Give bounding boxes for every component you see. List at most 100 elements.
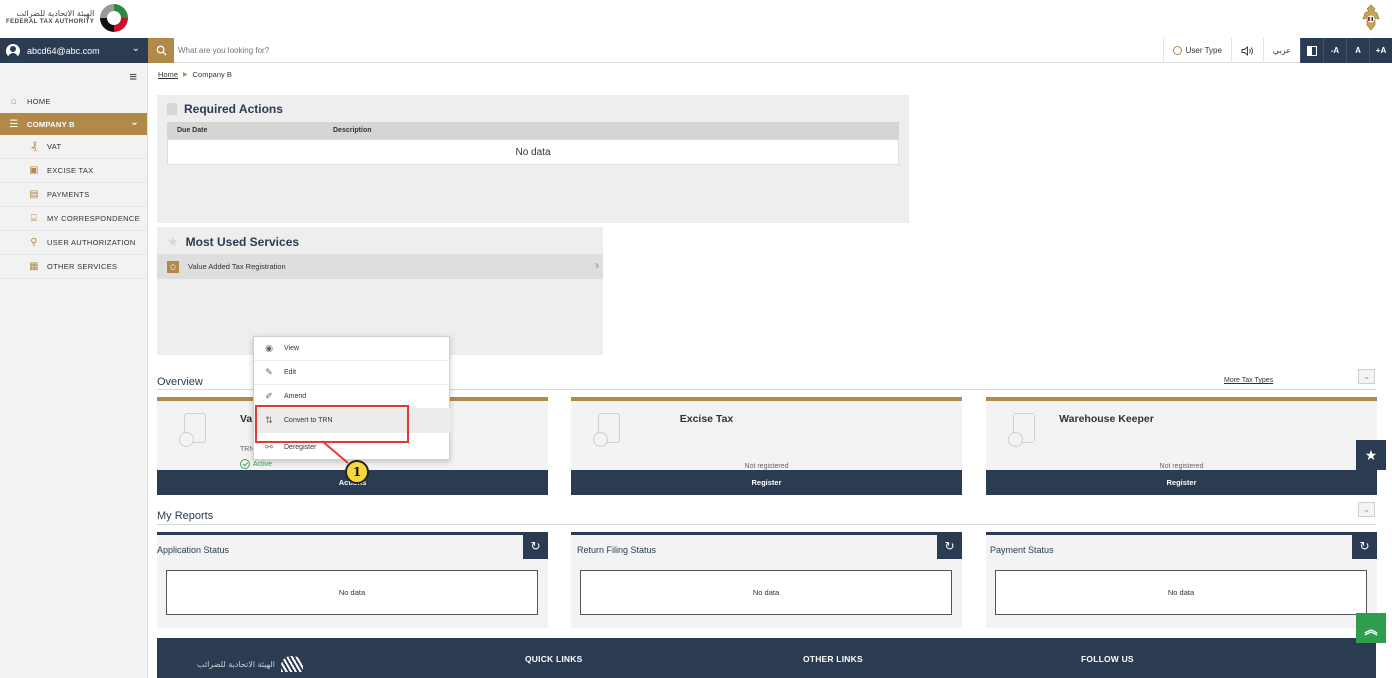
column-header: Due Date: [177, 127, 208, 134]
user-type-selector[interactable]: User Type: [1162, 38, 1231, 63]
reports-collapse-button[interactable]: ⌄: [1358, 502, 1375, 517]
language-toggle[interactable]: عربي: [1262, 38, 1300, 63]
footer-other-links-heading: OTHER LINKS: [803, 654, 863, 664]
sidebar-item-label: OTHER SERVICES: [47, 262, 118, 271]
sidebar-item-company[interactable]: ☰ COMPANY B ⌄: [0, 113, 147, 135]
speaker-icon: [1241, 45, 1253, 56]
contrast-toggle-button[interactable]: [1300, 38, 1323, 63]
service-label: Value Added Tax Registration: [188, 262, 286, 271]
breadcrumb-current: Company B: [192, 70, 232, 79]
panel-title: Required Actions: [184, 102, 283, 116]
breadcrumb-arrow-icon: ▶: [183, 72, 188, 78]
footer-logo[interactable]: الهيئة الاتحادية للضرائب: [197, 656, 303, 672]
footer: الهيئة الاتحادية للضرائب QUICK LINKS OTH…: [157, 638, 1376, 678]
amend-icon: ✐: [265, 391, 273, 401]
footer-follow-us-heading: FOLLOW US: [1081, 654, 1134, 664]
star-icon: ★: [1364, 446, 1378, 463]
report-title: Application Status: [157, 545, 230, 555]
empty-state: No data: [580, 570, 952, 615]
highlight-box: [255, 405, 409, 443]
chevron-down-icon: ⌄: [1362, 371, 1371, 381]
favorites-button[interactable]: ★: [1356, 440, 1386, 470]
font-decrease-button[interactable]: -A: [1323, 38, 1346, 63]
check-circle-icon: [240, 459, 250, 469]
chevron-down-icon: ⌄: [1362, 504, 1371, 514]
context-menu-item-view[interactable]: ◉ View: [254, 337, 451, 361]
sidebar-item-excise-tax[interactable]: ▣ EXCISE TAX: [0, 159, 147, 183]
user-auth-icon: ⚲: [30, 237, 38, 248]
vat-document-icon: [179, 413, 206, 447]
empty-state: No data: [995, 570, 1367, 615]
payments-icon: ▤: [29, 189, 39, 200]
tax-card-excise: Excise Tax Not registered Register: [571, 397, 962, 495]
other-services-icon: ▦: [29, 261, 39, 272]
refresh-button[interactable]: ↻: [937, 532, 962, 559]
service-star-icon: ✩: [167, 260, 179, 273]
report-card-return-filing: Return Filing Status ↻ No data: [571, 532, 962, 628]
step-number-badge: 1: [345, 460, 369, 484]
panel-title: Most Used Services: [185, 235, 300, 249]
refresh-button[interactable]: ↻: [1352, 532, 1377, 559]
correspondence-icon: ⌸: [30, 213, 38, 224]
report-title: Payment Status: [990, 545, 1054, 555]
refresh-icon: ↻: [1359, 538, 1370, 553]
font-normal-button[interactable]: A: [1346, 38, 1369, 63]
scroll-to-top-button[interactable]: ︽: [1356, 613, 1386, 643]
card-register-button[interactable]: Register: [571, 470, 962, 495]
top-header: الهيئة الاتحادية للضرائب FEDERAL TAX AUT…: [0, 0, 1392, 38]
sidebar-item-label: COMPANY B: [27, 119, 75, 129]
language-label: عربي: [1272, 46, 1291, 55]
search-input[interactable]: [178, 42, 778, 59]
sidebar-item-vat[interactable]: ₰ VAT: [0, 135, 147, 159]
sidebar-item-my-correspondence[interactable]: ⌸ MY CORRESPONDENCE: [0, 207, 147, 231]
clipboard-icon: [167, 103, 177, 115]
chevron-down-icon: ⌄: [130, 117, 139, 128]
search-icon: [156, 45, 167, 56]
menu-item-label: Edit: [284, 369, 297, 376]
sidebar-item-user-authorization[interactable]: ⚲ USER AUTHORIZATION: [0, 231, 147, 255]
audio-button[interactable]: [1230, 38, 1263, 63]
uae-emblem-icon: [1362, 4, 1380, 31]
user-account-menu[interactable]: abcd64@abc.com ⌄: [0, 38, 148, 63]
user-email: abcd64@abc.com: [27, 45, 100, 56]
report-title: Return Filing Status: [577, 545, 657, 555]
divider: [157, 524, 1376, 525]
sidebar-item-other-services[interactable]: ▦ OTHER SERVICES: [0, 255, 147, 279]
sidebar-item-label: PAYMENTS: [47, 190, 90, 199]
refresh-icon: ↻: [944, 538, 955, 553]
table-header: Due Date Description: [167, 122, 899, 139]
card-title: Excise Tax: [679, 413, 734, 425]
more-tax-types-link[interactable]: More Tax Types: [1224, 377, 1273, 384]
sidebar-item-label: EXCISE TAX: [47, 166, 94, 175]
user-avatar-icon: [6, 43, 20, 58]
user-type-label: User Type: [1185, 46, 1222, 55]
report-card-application: Application Status ↻ No data: [157, 532, 548, 628]
search-button[interactable]: [148, 38, 174, 63]
card-title: Va: [240, 413, 253, 425]
table-empty-row: No data: [167, 139, 899, 165]
home-icon: ⌂: [10, 95, 18, 107]
deregister-icon: ⚯: [265, 441, 273, 452]
status-text: Not registered: [744, 463, 789, 470]
card-register-button[interactable]: Register: [986, 470, 1377, 495]
refresh-icon: ↻: [530, 538, 541, 553]
sidebar-item-home[interactable]: ⌂ HOME: [0, 89, 147, 113]
sidebar-item-payments[interactable]: ▤ PAYMENTS: [0, 183, 147, 207]
context-menu-item-edit[interactable]: ✎ Edit: [254, 361, 451, 385]
star-icon: ★: [167, 234, 179, 249]
font-increase-button[interactable]: +A: [1369, 38, 1392, 63]
overview-collapse-button[interactable]: ⌄: [1358, 369, 1375, 384]
logo-english-text: FEDERAL TAX AUTHORITY: [6, 19, 95, 25]
breadcrumb-home-link[interactable]: Home: [158, 70, 178, 79]
fta-logo[interactable]: الهيئة الاتحادية للضرائب FEDERAL TAX AUT…: [6, 4, 129, 32]
status-text: Not registered: [1159, 463, 1204, 470]
user-type-icon: [1172, 46, 1182, 55]
menu-item-label: Deregister: [284, 443, 317, 451]
sidebar-item-label: MY CORRESPONDENCE: [47, 214, 140, 223]
overview-heading: Overview: [157, 376, 203, 388]
footer-logo-text: الهيئة الاتحادية للضرائب: [197, 659, 275, 669]
refresh-button[interactable]: ↻: [523, 532, 548, 559]
double-chevron-up-icon: ︽: [1364, 621, 1378, 637]
menu-toggle-button[interactable]: ≡: [0, 63, 147, 89]
service-item-vat-registration[interactable]: ✩ Value Added Tax Registration ›: [157, 254, 603, 279]
